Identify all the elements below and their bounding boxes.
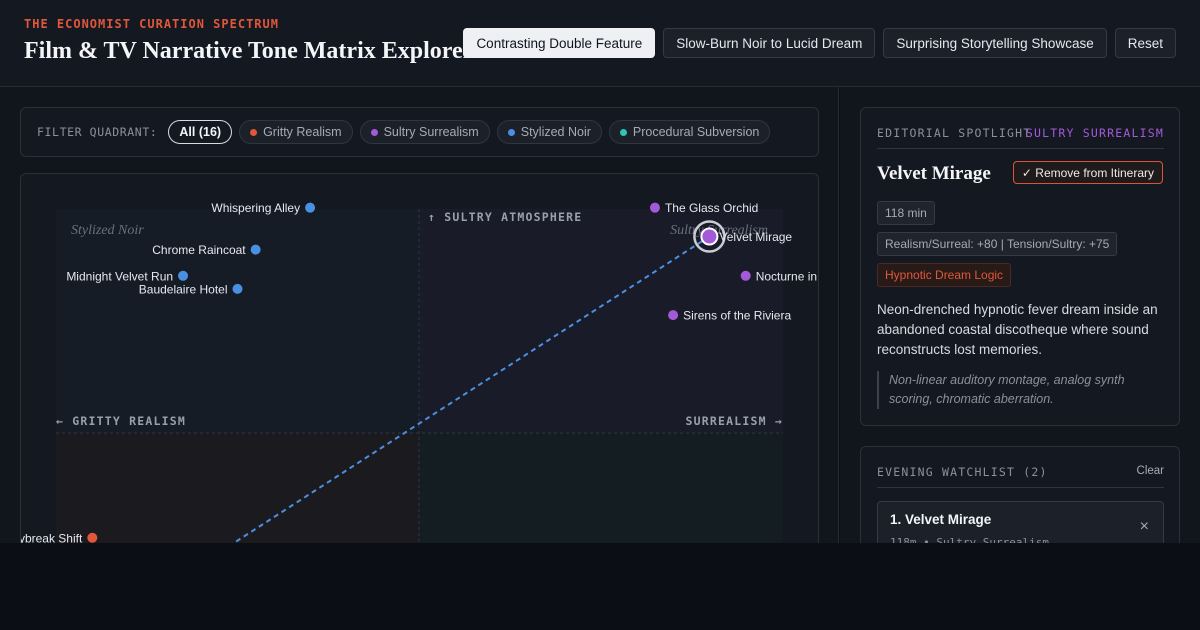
x-axis-left-label: ← GRITTY REALISM <box>56 414 186 428</box>
quadrant-label-stylized-noir: Stylized Noir <box>71 223 144 238</box>
data-point-marker <box>305 202 316 213</box>
chip-label: Stylized Noir <box>520 125 591 139</box>
y-axis-top-label: ↑ SULTRY ATMOSPHERE <box>428 210 582 224</box>
tone-matrix-chart[interactable]: ↑ SULTRY ATMOSPHERE ← GRITTY REALISM SUR… <box>21 174 819 553</box>
data-point-marker <box>649 202 660 213</box>
chip-label: Sultry Surrealism <box>383 125 479 139</box>
data-point-marker <box>668 310 679 321</box>
data-point-label: Whispering Alley <box>211 201 300 215</box>
data-point-marker <box>232 283 243 294</box>
spotlight-description: Neon-drenched hypnotic fever dream insid… <box>877 302 1158 357</box>
quadrant-bg-gritty-realism <box>56 433 419 552</box>
quadrant-filter-bar: FILTER QUADRANT: All (16) Gritty Realism… <box>20 107 819 157</box>
data-point-whispering-alley[interactable]: Whispering Alley <box>211 201 316 215</box>
gritty-dot-icon <box>250 128 258 136</box>
procedural-dot-icon <box>619 128 627 136</box>
data-point-label: The Glass Orchid <box>665 201 758 215</box>
spotlight-label: EDITORIAL SPOTLIGHT <box>877 126 1032 140</box>
watchlist-clear-button[interactable]: Clear <box>1137 465 1164 477</box>
quadrant-bg-procedural-subversion <box>419 433 783 552</box>
data-point-label: Baudelaire Hotel <box>139 282 228 296</box>
chip-label: Procedural Subversion <box>632 125 760 139</box>
data-point-label: Midnight Velvet Run <box>66 269 173 283</box>
filter-chip-sultry-surrealism[interactable]: Sultry Surrealism <box>359 120 490 144</box>
matrix-panel: FILTER QUADRANT: All (16) Gritty Realism… <box>0 87 839 553</box>
watchlist-label: EVENING WATCHLIST (2) <box>877 465 1048 479</box>
scores-tag: Realism/Surreal: +80 | Tension/Sultry: +… <box>877 232 1118 256</box>
watchlist-header: EVENING WATCHLIST (2) Clear <box>877 465 1164 488</box>
details-panel: EDITORIAL SPOTLIGHT SULTRY SURREALISM Ve… <box>840 87 1200 576</box>
filter-chip-procedural-subversion[interactable]: Procedural Subversion <box>608 120 771 144</box>
data-point-baudelaire-hotel[interactable]: Baudelaire Hotel <box>139 282 243 296</box>
data-point-sirens-of-the-riviera[interactable]: Sirens of the Riviera <box>668 309 791 323</box>
data-point-chrome-raincoat[interactable]: Chrome Raincoat <box>152 243 261 257</box>
data-point-marker <box>87 532 98 543</box>
noir-dot-icon <box>507 128 515 136</box>
x-axis-left-label-text: GRITTY REALISM <box>72 414 186 428</box>
close-icon[interactable]: × <box>1140 518 1149 536</box>
data-point-marker <box>700 227 719 246</box>
x-axis-right-label-text: SURREALISM <box>686 414 767 428</box>
y-axis-top-label-text: SULTRY ATMOSPHERE <box>444 210 582 224</box>
filter-chip-stylized-noir[interactable]: Stylized Noir <box>496 120 602 144</box>
spotlight-title: Velvet Mirage <box>877 163 991 184</box>
sultry-dot-icon <box>370 128 378 136</box>
preset-surprising-storytelling-button[interactable]: Surprising Storytelling Showcase <box>883 28 1107 58</box>
viewport-blank-area <box>0 543 1200 630</box>
data-point-label: Sirens of the Riviera <box>683 309 791 323</box>
preset-contrasting-double-feature-button[interactable]: Contrasting Double Feature <box>463 28 656 58</box>
spotlight-quadrant: SULTRY SURREALISM <box>1025 126 1164 140</box>
filter-chip-gritty-realism[interactable]: Gritty Realism <box>239 120 353 144</box>
data-point-label: Nocturne in <box>756 269 817 283</box>
runtime-tag: 118 min <box>877 201 935 225</box>
chip-label: Gritty Realism <box>263 125 342 139</box>
filter-chip-all[interactable]: All (16) <box>168 120 233 144</box>
data-point-marker <box>740 270 751 281</box>
spotlight-technique-note: Non-linear auditory montage, analog synt… <box>877 371 1165 409</box>
data-point-midnight-velvet-run[interactable]: Midnight Velvet Run <box>66 269 189 283</box>
theme-tag: Hypnotic Dream Logic <box>877 263 1012 287</box>
x-axis-right-label: SURREALISM → <box>686 414 784 428</box>
tone-matrix-card: ↑ SULTRY ATMOSPHERE ← GRITTY REALISM SUR… <box>20 173 819 553</box>
watchlist-item-title: 1. Velvet Mirage <box>890 512 992 527</box>
data-point-label: Chrome Raincoat <box>152 243 246 257</box>
data-point-the-glass-orchid[interactable]: The Glass Orchid <box>649 201 758 215</box>
data-point-label: Velvet Mirage <box>719 230 792 244</box>
data-point-marker <box>250 244 261 255</box>
preset-slow-burn-noir-button[interactable]: Slow-Burn Noir to Lucid Dream <box>663 28 876 58</box>
preset-button-group: Contrasting Double Feature Slow-Burn Noi… <box>463 28 1176 58</box>
app-header: THE ECONOMIST CURATION SPECTRUM Film & T… <box>0 0 1200 87</box>
eyebrow-label: THE ECONOMIST CURATION SPECTRUM <box>24 17 279 31</box>
chip-label: All (16) <box>179 125 222 139</box>
editorial-spotlight-card: EDITORIAL SPOTLIGHT SULTRY SURREALISM Ve… <box>860 107 1180 426</box>
data-point-marker <box>178 270 189 281</box>
filter-label: FILTER QUADRANT: <box>37 125 158 139</box>
reset-button[interactable]: Reset <box>1114 28 1176 58</box>
spotlight-header: EDITORIAL SPOTLIGHT SULTRY SURREALISM <box>877 126 1164 149</box>
remove-from-itinerary-button[interactable]: ✓ Remove from Itinerary <box>1012 161 1163 184</box>
page-title: Film & TV Narrative Tone Matrix Explorer <box>24 38 474 64</box>
